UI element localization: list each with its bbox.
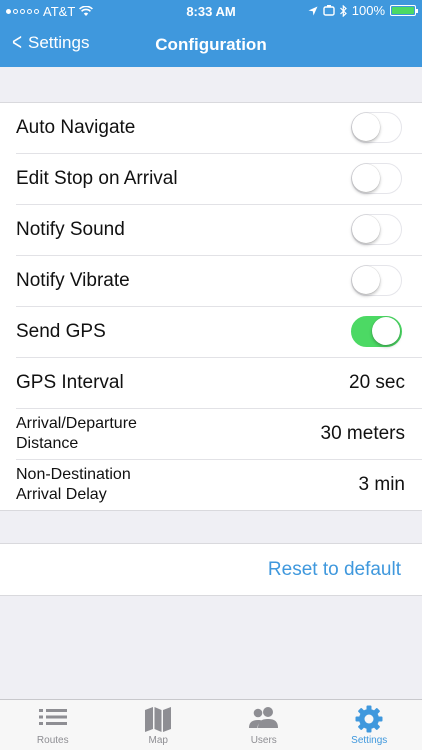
setting-label: Send GPS [16, 321, 106, 342]
alarm-icon [323, 5, 335, 16]
non-destination-arrival-delay-value: 3 min [358, 474, 405, 495]
notify-vibrate-toggle[interactable] [351, 265, 402, 296]
tab-map[interactable]: Map [106, 700, 212, 750]
send-gps-toggle[interactable] [351, 316, 402, 347]
users-icon [248, 707, 278, 728]
battery-percent: 100% [351, 3, 385, 18]
auto-navigate-toggle[interactable] [351, 112, 402, 143]
reset-to-default-button[interactable]: Reset to default [268, 559, 401, 581]
gps-interval-value: 20 sec [349, 372, 405, 393]
setting-label: Non-Destination Arrival Delay [16, 466, 131, 503]
setting-label: Auto Navigate [16, 117, 136, 138]
status-right: 100% [308, 3, 418, 18]
setting-label: Notify Sound [16, 219, 125, 240]
header: AT&T 8:33 AM 100% < Settings Configurati… [0, 0, 422, 67]
setting-row-notify-sound: Notify Sound [16, 205, 422, 256]
tab-bar: Routes Map Users Settings [0, 699, 422, 750]
setting-row-gps-interval[interactable]: GPS Interval 20 sec [16, 358, 422, 409]
tab-label: Users [250, 735, 277, 746]
tab-routes[interactable]: Routes [0, 700, 106, 750]
setting-row-edit-stop-on-arrival: Edit Stop on Arrival [16, 154, 422, 205]
tab-label: Routes [36, 735, 69, 746]
edit-stop-on-arrival-toggle[interactable] [351, 163, 402, 194]
tab-label: Settings [351, 735, 388, 746]
setting-row-send-gps: Send GPS [16, 307, 422, 358]
tab-settings[interactable]: Settings [317, 700, 422, 750]
setting-label: Arrival/Departure Distance [16, 415, 137, 452]
battery-icon [390, 5, 418, 16]
setting-row-notify-vibrate: Notify Vibrate [16, 256, 422, 307]
tab-label: Map [148, 735, 168, 746]
location-arrow-icon [308, 6, 318, 15]
gear-icon [355, 705, 383, 733]
reset-section: Reset to default [0, 543, 422, 596]
setting-row-arrival-departure-distance[interactable]: Arrival/Departure Distance 30 meters [16, 409, 422, 460]
setting-label: Notify Vibrate [16, 270, 130, 291]
setting-row-auto-navigate: Auto Navigate [16, 103, 422, 154]
tab-users[interactable]: Users [211, 700, 317, 750]
setting-row-non-destination-arrival-delay[interactable]: Non-Destination Arrival Delay 3 min [16, 460, 422, 510]
map-icon [145, 707, 172, 732]
bluetooth-icon [339, 4, 347, 17]
arrival-departure-distance-value: 30 meters [320, 423, 405, 444]
notify-sound-toggle[interactable] [351, 214, 402, 245]
setting-label: Edit Stop on Arrival [16, 168, 178, 189]
list-icon [38, 709, 67, 725]
status-bar: AT&T 8:33 AM 100% [0, 0, 422, 24]
nav-bar: < Settings Configuration [0, 24, 422, 67]
setting-label: GPS Interval [16, 372, 124, 393]
settings-list: Auto Navigate Edit Stop on Arrival Notif… [0, 102, 422, 511]
page-title: Configuration [155, 35, 267, 54]
